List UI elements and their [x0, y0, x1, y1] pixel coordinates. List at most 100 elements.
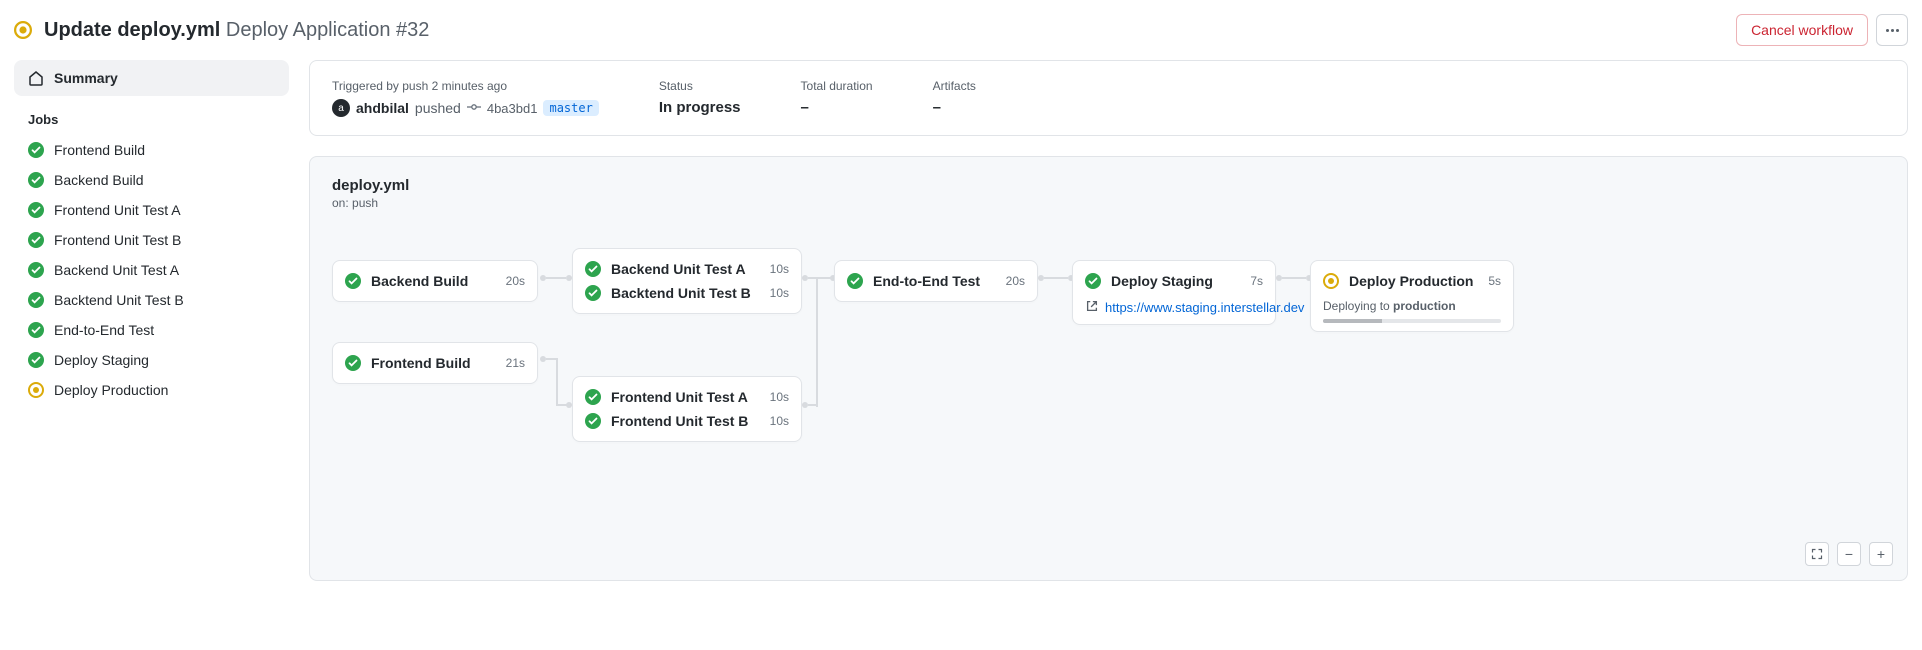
sidebar-job-item[interactable]: Deploy Staging: [14, 345, 289, 375]
job-label: Backend Build: [54, 172, 144, 188]
node-e2e[interactable]: End-to-End Test 20s: [834, 260, 1038, 302]
check-icon: [585, 261, 601, 277]
commit-icon: [467, 100, 481, 117]
check-icon: [585, 389, 601, 405]
connector-line: [546, 277, 566, 279]
sidebar-summary[interactable]: Summary: [14, 60, 289, 96]
check-icon: [28, 322, 44, 338]
check-icon: [28, 352, 44, 368]
deploying-text: Deploying to production: [1323, 299, 1501, 313]
node-name: Deploy Production: [1349, 273, 1473, 289]
node-time: 10s: [770, 262, 789, 276]
job-label: Frontend Unit Test A: [54, 202, 181, 218]
cancel-workflow-button[interactable]: Cancel workflow: [1736, 14, 1868, 46]
node-group-frontend-tests[interactable]: Frontend Unit Test A 10s Frontend Unit T…: [572, 376, 802, 442]
node-group-backend-tests[interactable]: Backend Unit Test A 10s Backtend Unit Te…: [572, 248, 802, 314]
check-icon: [847, 273, 863, 289]
job-label: End-to-End Test: [54, 322, 154, 338]
node-time: 5s: [1488, 274, 1501, 288]
node-time: 21s: [506, 356, 525, 370]
pushed-text: pushed: [415, 100, 461, 116]
node-frontend-build[interactable]: Frontend Build 21s: [332, 342, 538, 384]
node-time: 10s: [770, 286, 789, 300]
connector-line: [808, 404, 818, 406]
node-name: Deploy Staging: [1111, 273, 1213, 289]
job-label: Backend Unit Test A: [54, 262, 179, 278]
staging-url-link[interactable]: https://www.staging.interstellar.dev: [1105, 300, 1304, 315]
sidebar-job-item[interactable]: Backend Unit Test A: [14, 255, 289, 285]
avatar: a: [332, 99, 350, 117]
check-icon: [345, 355, 361, 371]
pending-icon: [1323, 273, 1339, 289]
check-icon: [28, 292, 44, 308]
job-label: Backtend Unit Test B: [54, 292, 184, 308]
check-icon: [345, 273, 361, 289]
sidebar: Summary Jobs Frontend Build Backend Build…: [14, 60, 289, 581]
commit-sha[interactable]: 4ba3bd1: [487, 101, 538, 116]
progress-bar: [1323, 319, 1501, 323]
duration-value: –: [801, 99, 873, 116]
page-title: Update deploy.yml Deploy Application #32: [44, 19, 429, 42]
node-time: 10s: [770, 390, 789, 404]
node-name: Frontend Build: [371, 355, 471, 371]
status-value: In progress: [659, 99, 741, 116]
zoom-in-button[interactable]: +: [1869, 542, 1893, 566]
workflow-graph: deploy.yml on: push: [309, 156, 1908, 581]
run-metadata: Triggered by push 2 minutes ago a ahdbil…: [309, 60, 1908, 136]
connector-line: [556, 358, 558, 406]
node-name: Backend Build: [371, 273, 468, 289]
job-label: Deploy Production: [54, 382, 168, 398]
summary-label: Summary: [54, 70, 118, 86]
sidebar-job-item[interactable]: Deploy Production: [14, 375, 289, 405]
connector-line: [816, 277, 818, 407]
zoom-out-button[interactable]: −: [1837, 542, 1861, 566]
check-icon: [28, 202, 44, 218]
node-staging[interactable]: Deploy Staging 7s https://www.staging.in…: [1072, 260, 1276, 325]
sidebar-job-item[interactable]: Backend Build: [14, 165, 289, 195]
artifacts-label: Artifacts: [933, 79, 976, 93]
node-backend-build[interactable]: Backend Build 20s: [332, 260, 538, 302]
sidebar-job-item[interactable]: Backtend Unit Test B: [14, 285, 289, 315]
check-icon: [28, 142, 44, 158]
sidebar-job-item[interactable]: Frontend Build: [14, 135, 289, 165]
check-icon: [28, 172, 44, 188]
node-time: 20s: [506, 274, 525, 288]
connector-line: [1044, 277, 1068, 279]
node-production[interactable]: Deploy Production 5s Deploying to produc…: [1310, 260, 1514, 332]
check-icon: [585, 285, 601, 301]
duration-label: Total duration: [801, 79, 873, 93]
check-icon: [28, 232, 44, 248]
job-label: Frontend Unit Test B: [54, 232, 181, 248]
check-icon: [28, 262, 44, 278]
kebab-menu-button[interactable]: [1876, 14, 1908, 46]
jobs-header: Jobs: [14, 96, 289, 135]
connector-line: [1282, 277, 1306, 279]
job-label: Frontend Build: [54, 142, 145, 158]
node-name: Backend Unit Test A: [611, 261, 746, 277]
home-icon: [28, 70, 44, 86]
check-icon: [1085, 273, 1101, 289]
status-label: Status: [659, 79, 741, 93]
fullscreen-button[interactable]: [1805, 542, 1829, 566]
node-name: End-to-End Test: [873, 273, 980, 289]
node-name: Frontend Unit Test A: [611, 389, 748, 405]
node-time: 20s: [1006, 274, 1025, 288]
artifacts-value: –: [933, 99, 976, 116]
trigger-label: Triggered by push 2 minutes ago: [332, 79, 599, 93]
sidebar-job-item[interactable]: Frontend Unit Test B: [14, 225, 289, 255]
kebab-icon: [1886, 29, 1899, 32]
sidebar-job-item[interactable]: End-to-End Test: [14, 315, 289, 345]
actor-name[interactable]: ahdbilal: [356, 100, 409, 116]
sidebar-job-item[interactable]: Frontend Unit Test A: [14, 195, 289, 225]
pending-icon: [28, 382, 44, 398]
pending-icon: [14, 21, 32, 39]
check-icon: [585, 413, 601, 429]
node-name: Backtend Unit Test B: [611, 285, 751, 301]
workflow-on: on: push: [332, 196, 1885, 210]
node-time: 10s: [770, 414, 789, 428]
external-link-icon: [1085, 299, 1099, 316]
node-time: 7s: [1250, 274, 1263, 288]
workflow-file: deploy.yml: [332, 177, 1885, 194]
node-name: Frontend Unit Test B: [611, 413, 748, 429]
branch-label[interactable]: master: [543, 100, 598, 116]
